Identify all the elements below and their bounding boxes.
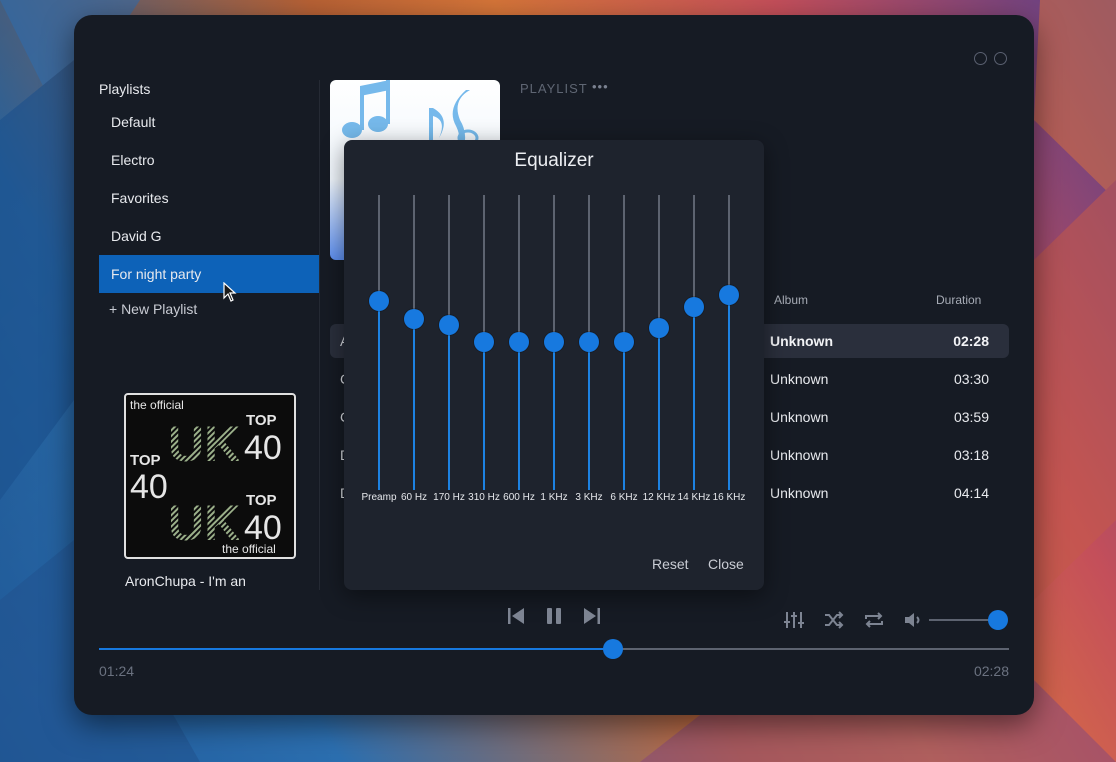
eq-band-fill [448, 325, 450, 490]
eq-band-slider[interactable] [364, 195, 394, 495]
eq-band-label: 310 Hz [468, 492, 500, 503]
track-album: Unknown [770, 447, 829, 463]
eq-band-slider[interactable] [714, 195, 744, 495]
eq-band-label: 3 KHz [575, 492, 603, 503]
total-time: 02:28 [973, 663, 1009, 679]
eq-band-label: 14 KHz [677, 492, 711, 503]
eq-band-fill [483, 342, 485, 490]
eq-band-handle[interactable] [684, 297, 704, 317]
eq-band-handle[interactable] [509, 332, 529, 352]
track-duration: 02:28 [953, 333, 989, 349]
eq-band-label: 1 KHz [540, 492, 568, 503]
eq-band-handle[interactable] [439, 315, 459, 335]
track-duration: 03:59 [953, 409, 989, 425]
track-album: Unknown [770, 371, 829, 387]
pause-icon[interactable] [544, 606, 564, 626]
eq-band-label: 12 KHz [642, 492, 676, 503]
eq-band-handle[interactable] [579, 332, 599, 352]
eq-band-fill [728, 295, 730, 490]
seek-bar[interactable] [99, 639, 1009, 659]
mouse-cursor-icon [223, 282, 237, 302]
eq-band-handle[interactable] [614, 332, 634, 352]
sidebar-item-david-g[interactable]: David G [99, 217, 319, 255]
eq-band-handle[interactable] [544, 332, 564, 352]
sidebar-divider [319, 80, 320, 590]
sidebar-item-for-night-party[interactable]: For night party [99, 255, 319, 293]
cover-40-2: 40 [130, 468, 168, 506]
eq-band-fill [413, 319, 415, 490]
playlist-more-button[interactable]: ••• [592, 79, 609, 94]
skip-back-icon[interactable] [506, 606, 526, 626]
track-album: Unknown [770, 485, 829, 501]
track-album: Unknown [770, 409, 829, 425]
eq-band-label: 60 Hz [400, 492, 428, 503]
track-duration: 03:30 [953, 371, 989, 387]
eq-band-slider[interactable] [574, 195, 604, 495]
eq-band-handle[interactable] [369, 291, 389, 311]
skip-forward-icon[interactable] [582, 606, 602, 626]
sidebar-item-default[interactable]: Default [99, 103, 319, 141]
seek-bar-handle[interactable] [603, 639, 624, 659]
eq-band-fill [588, 342, 590, 490]
window-minimize-button[interactable] [974, 52, 987, 65]
cover-top-2: TOP [130, 452, 161, 469]
cover-uk-1: UK [168, 416, 240, 472]
eq-band-fill [518, 342, 520, 490]
eq-band-fill [553, 342, 555, 490]
equalizer-bands: Preamp 60 Hz 170 Hz 310 Hz 600 Hz 1 KHz 3 KHz 6… [344, 140, 764, 590]
shuffle-icon[interactable] [823, 610, 845, 630]
eq-band-slider[interactable] [679, 195, 709, 495]
cover-40-1: 40 [244, 429, 282, 467]
eq-band-fill [693, 307, 695, 490]
eq-band-fill [658, 328, 660, 490]
eq-band-label: 600 Hz [503, 492, 535, 503]
eq-band-fill [623, 342, 625, 490]
repeat-icon[interactable] [863, 610, 885, 630]
eq-band-handle[interactable] [474, 332, 494, 352]
sidebar-item-electro[interactable]: Electro [99, 141, 319, 179]
eq-band-slider[interactable] [539, 195, 569, 495]
reset-button[interactable]: Reset [652, 556, 689, 572]
eq-band-fill [378, 301, 380, 490]
cover-text-top: the official [130, 398, 184, 412]
eq-band-slider[interactable] [469, 195, 499, 495]
equalizer-icon[interactable] [783, 610, 805, 630]
elapsed-time: 01:24 [99, 663, 135, 679]
eq-band-slider[interactable] [504, 195, 534, 495]
eq-band-handle[interactable] [404, 309, 424, 329]
now-playing-cover: the official UK TOP 40 TOP 40 UK TOP 40 … [124, 393, 296, 559]
cover-text-bottom: the official [222, 542, 276, 556]
column-header-album[interactable]: Album [774, 293, 808, 307]
track-album: Unknown [770, 333, 833, 349]
playlists-heading: Playlists [99, 81, 151, 97]
seek-bar-fill [99, 648, 614, 650]
track-duration: 04:14 [953, 485, 989, 501]
eq-band-handle[interactable] [719, 285, 739, 305]
eq-band-slider[interactable] [399, 195, 429, 495]
eq-band-slider[interactable] [644, 195, 674, 495]
sidebar-item-favorites[interactable]: Favorites [99, 179, 319, 217]
cover-top-1: TOP [246, 412, 277, 429]
eq-band-slider[interactable] [434, 195, 464, 495]
playlists-sidebar: Playlists Default Electro Favorites Davi… [99, 75, 319, 325]
eq-band-label: 16 KHz [712, 492, 746, 503]
eq-band-label: Preamp [361, 492, 397, 503]
close-button[interactable]: Close [708, 556, 744, 572]
playlist-label: PLAYLIST [520, 81, 588, 96]
new-playlist-button[interactable]: + New Playlist [99, 293, 319, 325]
eq-band-handle[interactable] [649, 318, 669, 338]
volume-slider-handle[interactable] [988, 610, 1008, 630]
eq-band-label: 170 Hz [433, 492, 465, 503]
now-playing-title: AronChupa - I'm an [125, 573, 246, 589]
column-header-duration[interactable]: Duration [936, 293, 981, 307]
eq-band-slider[interactable] [609, 195, 639, 495]
volume-icon[interactable] [903, 610, 925, 630]
music-player-window: Playlists Default Electro Favorites Davi… [74, 15, 1034, 715]
track-duration: 03:18 [953, 447, 989, 463]
window-close-button[interactable] [994, 52, 1007, 65]
eq-band-label: 6 KHz [610, 492, 638, 503]
cover-top-3: TOP [246, 492, 277, 509]
equalizer-dialog: Equalizer Preamp 60 Hz 170 Hz 310 Hz 600 Hz 1… [344, 140, 764, 590]
